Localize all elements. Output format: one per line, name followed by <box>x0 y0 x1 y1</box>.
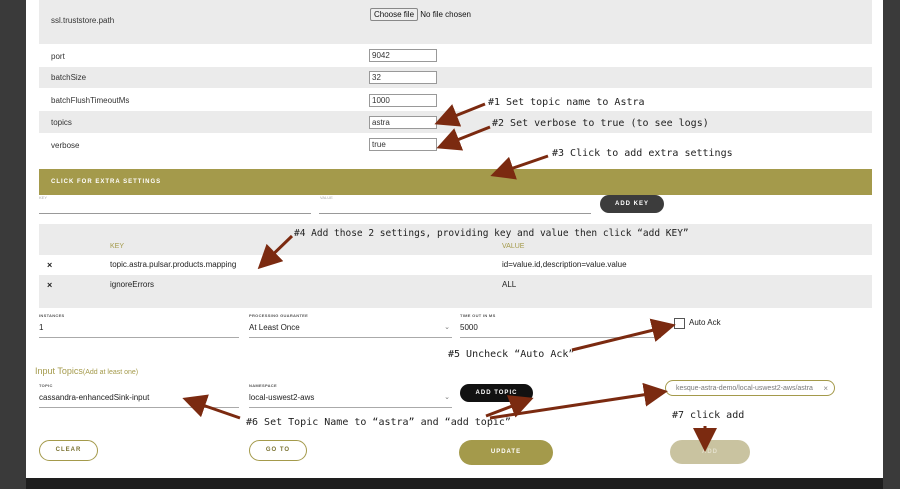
arrow-6a <box>182 394 241 420</box>
arrow-4 <box>257 234 294 270</box>
arrow-5 <box>571 318 676 352</box>
arrow-1 <box>434 102 486 127</box>
arrow-3 <box>490 154 549 180</box>
annotation-arrows <box>182 102 717 452</box>
arrow-2 <box>436 125 491 151</box>
